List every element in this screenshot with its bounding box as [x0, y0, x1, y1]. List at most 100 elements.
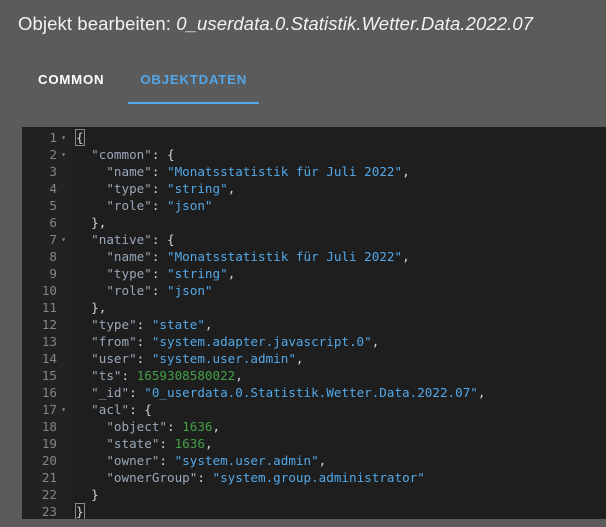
token-punct	[76, 453, 106, 468]
gutter-row: 19	[22, 435, 72, 452]
token-punct	[76, 232, 91, 247]
token-key: "owner"	[106, 453, 159, 468]
code-line[interactable]: "object": 1636,	[76, 418, 606, 435]
code-line[interactable]: {	[76, 129, 606, 146]
code-line[interactable]: "role": "json"	[76, 197, 606, 214]
code-line[interactable]: "acl": {	[76, 401, 606, 418]
fold-arrow-icon[interactable]: ▾	[57, 401, 70, 418]
token-punct: }	[76, 487, 99, 502]
code-line[interactable]: "type": "string",	[76, 180, 606, 197]
bracket-match: {	[75, 129, 85, 146]
token-punct: :	[129, 385, 144, 400]
token-punct: },	[76, 215, 106, 230]
token-punct	[76, 368, 91, 383]
token-key: "role"	[106, 198, 152, 213]
line-number: 21	[42, 469, 57, 486]
token-punct: ,	[319, 453, 327, 468]
gutter-row: 1▾	[22, 129, 72, 146]
token-punct: :	[159, 453, 174, 468]
edit-object-dialog: Objekt bearbeiten: 0_userdata.0.Statisti…	[0, 0, 606, 527]
token-str: "state"	[152, 317, 205, 332]
token-punct	[76, 436, 106, 451]
token-key: "name"	[106, 249, 152, 264]
token-str: "json"	[167, 198, 213, 213]
token-str: "system.adapter.javascript.0"	[152, 334, 372, 349]
token-punct: :	[152, 198, 167, 213]
token-punct: ,	[228, 181, 236, 196]
code-line[interactable]: "type": "state",	[76, 316, 606, 333]
token-key: "native"	[91, 232, 152, 247]
token-punct: ,	[205, 436, 213, 451]
token-punct: :	[152, 249, 167, 264]
token-key: "user"	[91, 351, 137, 366]
token-punct: ,	[228, 266, 236, 281]
token-punct	[76, 164, 106, 179]
tab-objektdaten[interactable]: OBJEKTDATEN	[122, 66, 265, 104]
tab-active-indicator	[128, 102, 259, 104]
code-line[interactable]: },	[76, 214, 606, 231]
token-punct: :	[137, 334, 152, 349]
code-line[interactable]: }	[76, 486, 606, 503]
token-punct: ,	[402, 249, 410, 264]
fold-arrow-icon[interactable]: ▾	[57, 146, 70, 163]
token-punct	[76, 419, 106, 434]
gutter-row: 16	[22, 384, 72, 401]
line-number: 1	[49, 129, 57, 146]
token-num: 1636	[175, 436, 205, 451]
token-key: "_id"	[91, 385, 129, 400]
editor-code-area[interactable]: { "common": { "name": "Monatsstatistik f…	[72, 129, 606, 519]
line-number: 18	[42, 418, 57, 435]
code-line[interactable]: "state": 1636,	[76, 435, 606, 452]
page-title: Objekt bearbeiten: 0_userdata.0.Statisti…	[18, 13, 533, 35]
token-punct: :	[152, 283, 167, 298]
token-punct	[76, 266, 106, 281]
code-line[interactable]: }	[76, 503, 606, 519]
token-str: "system.group.administrator"	[213, 470, 425, 485]
token-punct	[76, 470, 106, 485]
code-line[interactable]: },	[76, 299, 606, 316]
gutter-row: 6	[22, 214, 72, 231]
gutter-row: 15	[22, 367, 72, 384]
code-line[interactable]: "common": {	[76, 146, 606, 163]
tab-common[interactable]: COMMON	[20, 66, 122, 104]
token-punct	[76, 249, 106, 264]
line-number: 11	[42, 299, 57, 316]
code-line[interactable]: "user": "system.user.admin",	[76, 350, 606, 367]
code-line[interactable]: "name": "Monatsstatistik für Juli 2022",	[76, 248, 606, 265]
token-punct: :	[167, 419, 182, 434]
token-punct: : {	[152, 147, 175, 162]
code-line[interactable]: "ts": 1659308580022,	[76, 367, 606, 384]
code-line[interactable]: "name": "Monatsstatistik für Juli 2022",	[76, 163, 606, 180]
line-number: 10	[42, 282, 57, 299]
code-line[interactable]: "role": "json"	[76, 282, 606, 299]
line-number: 9	[49, 265, 57, 282]
token-punct	[76, 283, 106, 298]
fold-arrow-icon[interactable]: ▾	[57, 231, 70, 248]
token-punct: ,	[205, 317, 213, 332]
gutter-row: 21	[22, 469, 72, 486]
gutter-row: 13	[22, 333, 72, 350]
code-line[interactable]: "_id": "0_userdata.0.Statistik.Wetter.Da…	[76, 384, 606, 401]
fold-arrow-icon[interactable]: ▾	[57, 129, 70, 146]
code-line[interactable]: "owner": "system.user.admin",	[76, 452, 606, 469]
gutter-row: 9	[22, 265, 72, 282]
code-line[interactable]: "type": "string",	[76, 265, 606, 282]
code-line[interactable]: "native": {	[76, 231, 606, 248]
gutter-row: 18	[22, 418, 72, 435]
gutter-row: 4	[22, 180, 72, 197]
token-punct: ,	[213, 419, 221, 434]
code-line[interactable]: "ownerGroup": "system.group.administrato…	[76, 469, 606, 486]
token-key: "common"	[91, 147, 152, 162]
token-str: "json"	[167, 283, 213, 298]
line-number: 17	[42, 401, 57, 418]
gutter-row: 20	[22, 452, 72, 469]
gutter-row: 11	[22, 299, 72, 316]
token-punct: ,	[402, 164, 410, 179]
line-number: 23	[42, 503, 57, 519]
code-line[interactable]: "from": "system.adapter.javascript.0",	[76, 333, 606, 350]
json-code-editor[interactable]: 1▾2▾34567▾891011121314151617▾18192021222…	[22, 127, 606, 519]
token-punct: },	[76, 300, 106, 315]
gutter-row: 7▾	[22, 231, 72, 248]
token-punct	[76, 317, 91, 332]
token-punct: :	[152, 181, 167, 196]
